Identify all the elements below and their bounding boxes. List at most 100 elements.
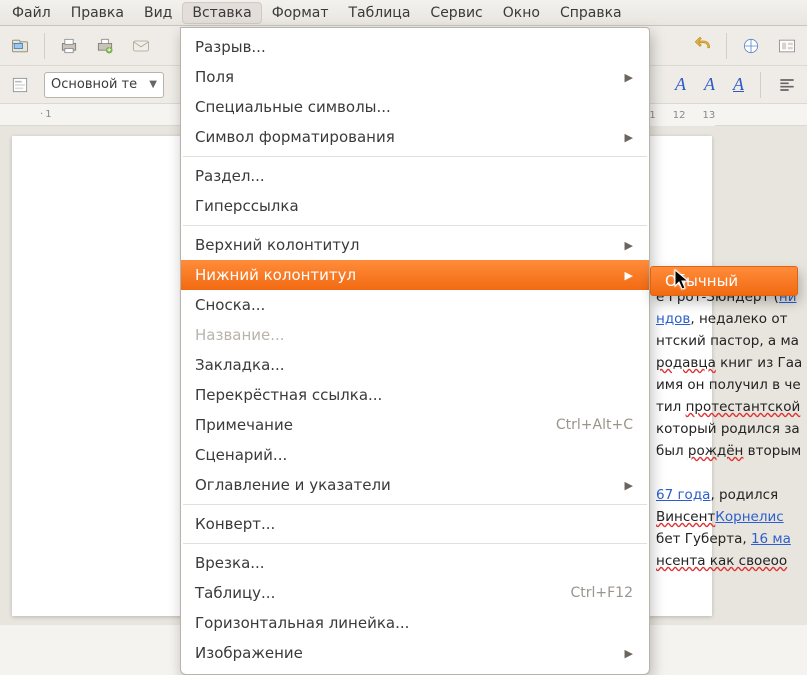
separator — [760, 72, 761, 98]
submenu-arrow-icon: ▶ — [625, 479, 633, 492]
menu-item[interactable]: Закладка... — [181, 350, 649, 380]
menu-item-label: Нижний колонтитул — [195, 266, 356, 284]
ruler-mark: 12 — [673, 110, 686, 121]
paragraph-style-value: Основной те — [51, 77, 137, 92]
menu-divider — [183, 225, 647, 226]
text-line[interactable]: ВинсентКорнелис — [656, 506, 801, 528]
menu-divider — [183, 504, 647, 505]
menu-item-label: Сноска... — [195, 296, 265, 314]
menu-item-label: Перекрёстная ссылка... — [195, 386, 382, 404]
export-pdf-button[interactable] — [91, 32, 119, 60]
menubar: Файл Правка Вид Вставка Формат Таблица С… — [0, 0, 807, 26]
document-text[interactable]: е Грот-Зюндерт (ниндов, недалеко от нтск… — [656, 286, 801, 572]
text-line[interactable]: нтский пастор, а ма — [656, 330, 801, 352]
menu-item-label: Оглавление и указатели — [195, 476, 391, 494]
menu-item[interactable]: Гиперссылка — [181, 191, 649, 221]
text-line[interactable]: 67 года, родился — [656, 484, 801, 506]
menu-item-label: Сценарий... — [195, 446, 287, 464]
menu-item[interactable]: Сценарий... — [181, 440, 649, 470]
menu-view[interactable]: Вид — [134, 2, 182, 24]
menu-item[interactable]: Поля ▶ — [181, 62, 649, 92]
menu-item-label: Раздел... — [195, 167, 265, 185]
insert-menu-dropdown: Разрыв... Поля ▶ Специальные символы... Симв… — [180, 27, 650, 675]
submenu-arrow-icon: ▶ — [625, 131, 633, 144]
menu-item-shortcut: Ctrl+Alt+C — [556, 417, 633, 433]
submenu-arrow-icon: ▶ — [625, 239, 633, 252]
text-line[interactable]: имя он получил в че — [656, 374, 801, 396]
menu-item[interactable]: Раздел... — [181, 161, 649, 191]
chevron-down-icon: ▼ — [149, 79, 157, 90]
menu-format[interactable]: Формат — [262, 2, 339, 24]
menu-table[interactable]: Таблица — [339, 2, 421, 24]
char-style-button-3[interactable]: A — [729, 74, 748, 95]
ruler-mark: 1 — [40, 109, 52, 120]
menu-insert[interactable]: Вставка — [182, 2, 261, 24]
text-line[interactable]: тил протестантской — [656, 396, 801, 418]
menu-item-label: Символ форматирования — [195, 128, 395, 146]
menu-item[interactable]: Символ форматирования ▶ — [181, 122, 649, 152]
menu-item-label: Врезка... — [195, 554, 265, 572]
menu-item[interactable]: Горизонтальная линейка... — [181, 608, 649, 638]
submenu-arrow-icon: ▶ — [625, 647, 633, 660]
menu-item[interactable]: Верхний колонтитул ▶ — [181, 230, 649, 260]
menu-divider — [183, 156, 647, 157]
menu-item-shortcut: Ctrl+F12 — [570, 585, 633, 601]
submenu-arrow-icon: ▶ — [625, 269, 633, 282]
text-line[interactable]: который родился за — [656, 418, 801, 440]
menu-help[interactable]: Справка — [550, 2, 632, 24]
text-line[interactable]: бет Губерта, 16 ма — [656, 528, 801, 550]
char-style-button-1[interactable]: A — [671, 74, 690, 95]
menu-item[interactable]: Врезка... — [181, 548, 649, 578]
menu-item[interactable]: Разрыв... — [181, 32, 649, 62]
mail-button[interactable] — [127, 32, 155, 60]
paragraph-style-combo[interactable]: Основной те ▼ — [44, 72, 164, 98]
menu-item-label: Верхний колонтитул — [195, 236, 360, 254]
menu-item[interactable]: Конверт... — [181, 509, 649, 539]
navigator-button[interactable] — [737, 32, 765, 60]
text-line[interactable] — [656, 462, 801, 484]
submenu-arrow-icon: ▶ — [625, 71, 633, 84]
menu-item[interactable]: Таблицу... Ctrl+F12 — [181, 578, 649, 608]
print-button[interactable] — [55, 32, 83, 60]
styles-button[interactable] — [6, 71, 34, 99]
menu-item[interactable]: Изображение ▶ — [181, 638, 649, 668]
menu-item-label: Горизонтальная линейка... — [195, 614, 409, 632]
menu-item[interactable]: Перекрёстная ссылка... — [181, 380, 649, 410]
text-line[interactable]: был рождён вторым — [656, 440, 801, 462]
menu-item[interactable]: Нижний колонтитул ▶ — [181, 260, 649, 290]
menu-item[interactable]: Оглавление и указатели ▶ — [181, 470, 649, 500]
align-left-button[interactable] — [773, 71, 801, 99]
menu-tools[interactable]: Сервис — [420, 2, 492, 24]
menu-item[interactable]: Примечание Ctrl+Alt+C — [181, 410, 649, 440]
separator — [726, 33, 727, 59]
menu-window[interactable]: Окно — [493, 2, 550, 24]
menu-item-label: Специальные символы... — [195, 98, 391, 116]
text-line[interactable]: нсента как своеоо — [656, 550, 801, 572]
menu-item-label: Поля — [195, 68, 234, 86]
menu-divider — [183, 543, 647, 544]
menu-item-label: Таблицу... — [195, 584, 275, 602]
menu-edit[interactable]: Правка — [61, 2, 134, 24]
gallery-button[interactable] — [773, 32, 801, 60]
menu-item[interactable]: Сноска... — [181, 290, 649, 320]
menu-item-label: Название... — [195, 326, 285, 344]
menu-item-label: Гиперссылка — [195, 197, 299, 215]
ruler-right: 11 12 13 — [643, 104, 715, 126]
menu-file[interactable]: Файл — [2, 2, 61, 24]
text-line[interactable]: ндов, недалеко от — [656, 308, 801, 330]
char-style-button-2[interactable]: A — [700, 74, 719, 95]
menu-item: Название... — [181, 320, 649, 350]
footer-submenu[interactable]: Обычный — [650, 266, 798, 296]
open-button[interactable] — [6, 32, 34, 60]
menu-item-label: Закладка... — [195, 356, 285, 374]
cursor-icon — [674, 269, 692, 295]
undo-button[interactable] — [688, 32, 716, 60]
ruler-mark: 13 — [702, 110, 715, 121]
separator — [44, 33, 45, 59]
menu-item-label: Изображение — [195, 644, 303, 662]
menu-item-label: Конверт... — [195, 515, 275, 533]
menu-item-label: Разрыв... — [195, 38, 266, 56]
menu-item-label: Примечание — [195, 416, 293, 434]
text-line[interactable]: родавца книг из Гаа — [656, 352, 801, 374]
menu-item[interactable]: Специальные символы... — [181, 92, 649, 122]
